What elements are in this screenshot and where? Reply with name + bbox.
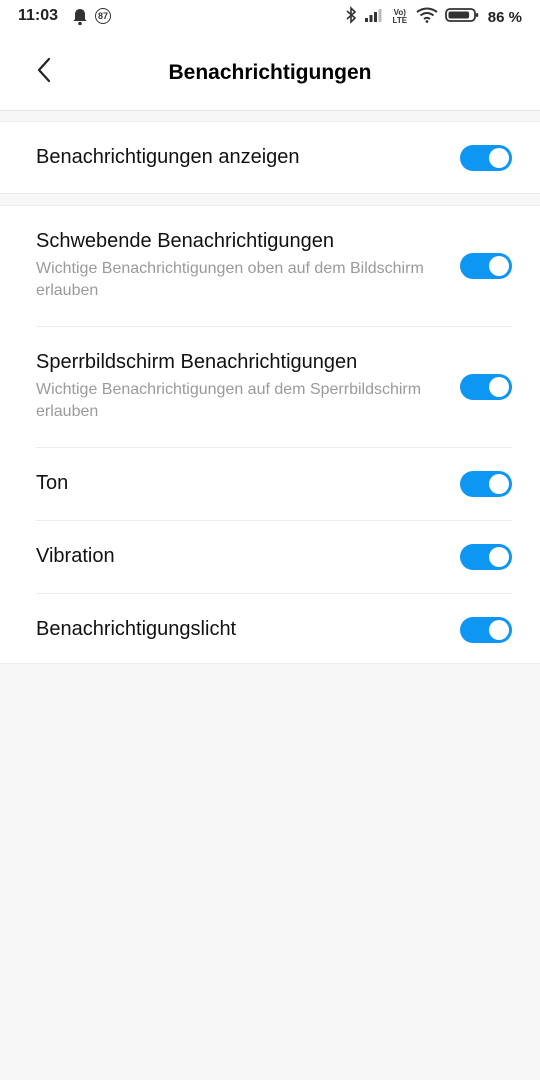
setting-row-vibration[interactable]: Vibration: [36, 521, 512, 594]
wifi-icon: [416, 7, 438, 28]
setting-title: Ton: [36, 472, 69, 494]
vibration-toggle[interactable]: [460, 544, 512, 570]
setting-title: Benachrichtigungslicht: [36, 618, 237, 640]
main-toggle-card: Benachrichtigungen anzeigen: [0, 121, 540, 194]
show-notifications-toggle[interactable]: [460, 144, 512, 171]
notification-light-toggle[interactable]: [460, 617, 512, 643]
setting-title: Vibration: [36, 545, 115, 567]
signal-icon: [364, 7, 384, 28]
setting-title: Schwebende Benachrichtigungen: [36, 230, 334, 252]
floating-notifications-toggle[interactable]: [460, 253, 512, 279]
app-header: Benachrichtigungen: [0, 34, 540, 111]
notification-count-badge: 87: [95, 8, 111, 24]
bluetooth-icon: [345, 5, 357, 29]
battery-percent: 86 %: [487, 8, 522, 26]
setting-subtitle: Wichtige Benachrichtigungen oben auf dem…: [36, 260, 424, 299]
status-bar: 11:03 87 Vo) LTE 86 %: [0, 0, 540, 34]
status-icons: Vo) LTE 86 %: [345, 5, 522, 29]
setting-title: Benachrichtigungen anzeigen: [36, 146, 300, 168]
toggle-knob: [489, 377, 509, 397]
volte-label: Vo) LTE: [392, 8, 408, 25]
setting-row-sound[interactable]: Ton: [36, 448, 512, 521]
setting-row-show-notifications[interactable]: Benachrichtigungen anzeigen: [36, 122, 512, 193]
settings-card: Schwebende Benachrichtigungen Wichtige B…: [0, 205, 540, 664]
page-title: Benachrichtigungen: [168, 61, 372, 84]
setting-row-floating[interactable]: Schwebende Benachrichtigungen Wichtige B…: [36, 206, 512, 327]
sound-toggle[interactable]: [460, 471, 512, 497]
setting-subtitle: Wichtige Benachrichtigungen auf dem Sper…: [36, 381, 422, 420]
setting-row-lockscreen[interactable]: Sperrbildschirm Benachrichtigungen Wicht…: [36, 327, 512, 448]
bell-icon: [72, 8, 88, 26]
toggle-knob: [489, 547, 509, 567]
toggle-knob: [489, 620, 509, 640]
lockscreen-notifications-toggle[interactable]: [460, 374, 512, 400]
setting-text: Schwebende Benachrichtigungen Wichtige B…: [36, 230, 436, 302]
battery-icon: [444, 7, 479, 28]
status-time: 11:03: [18, 7, 59, 24]
setting-title: Sperrbildschirm Benachrichtigungen: [36, 351, 358, 373]
toggle-knob: [489, 256, 509, 276]
setting-row-light[interactable]: Benachrichtigungslicht: [36, 594, 512, 666]
setting-text: Sperrbildschirm Benachrichtigungen Wicht…: [36, 351, 436, 423]
toggle-knob: [489, 474, 509, 494]
toggle-knob: [489, 147, 509, 168]
